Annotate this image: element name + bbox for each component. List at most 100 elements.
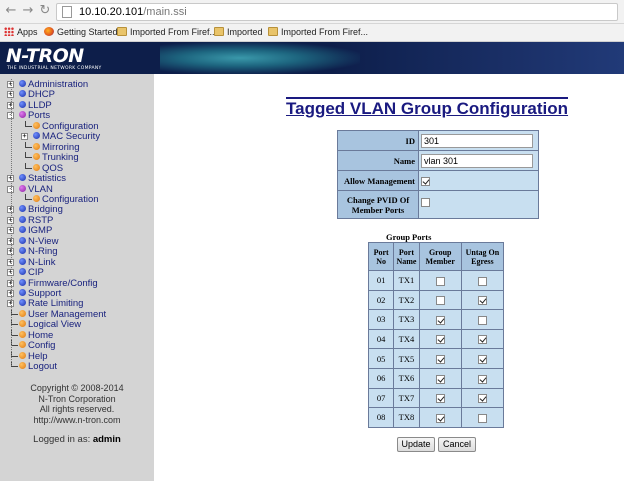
sidebar-item-administration[interactable]: Administration: [19, 79, 88, 90]
sidebar-item-n-view[interactable]: N-View: [19, 236, 58, 247]
sidebar-item-dhcp[interactable]: DHCP: [19, 89, 55, 100]
blue-dot-icon: [19, 215, 26, 223]
forward-arrow-icon[interactable]: →: [21, 4, 35, 18]
untag-egress-checkbox[interactable]: [477, 354, 487, 364]
back-arrow-icon[interactable]: ←: [4, 4, 18, 18]
sidebar-item-label: Rate Limiting: [28, 298, 84, 310]
url-host: 10.10.20.101: [79, 6, 144, 18]
sidebar-item-label: CIP: [28, 267, 44, 279]
group-member-checkbox[interactable]: [435, 394, 445, 404]
orange-dot-icon: [19, 341, 26, 349]
sidebar-item-logout[interactable]: Logout: [19, 361, 57, 372]
change-pvid-checkbox[interactable]: [421, 197, 430, 207]
sidebar-item-label: Home: [28, 329, 54, 341]
sidebar-item-configuration[interactable]: Configuration: [33, 194, 99, 205]
sidebar-item-label: IGMP: [28, 225, 53, 237]
orange-dot-icon: [33, 194, 40, 202]
sidebar-item-mac-security[interactable]: MAC Security: [33, 131, 100, 142]
sidebar-item-label: Configuration: [42, 193, 99, 205]
sidebar-item-n-ring[interactable]: N-Ring: [19, 246, 58, 257]
allow-management-checkbox[interactable]: [421, 176, 430, 186]
id-field[interactable]: [421, 133, 533, 148]
browser-toolbar: ← → ↻ 10.10.20.101/main.ssi: [0, 0, 624, 24]
orange-dot-icon: [19, 362, 26, 370]
bookmark-getting-started[interactable]: Getting Started: [44, 27, 118, 37]
cancel-button[interactable]: Cancel: [438, 437, 476, 452]
tree-line: [11, 79, 12, 367]
untag-egress-checkbox[interactable]: [477, 374, 487, 384]
sidebar-item-label: Support: [28, 288, 62, 299]
sidebar-item-label: MAC Security: [42, 131, 101, 143]
purple-dot-icon: [19, 111, 26, 119]
sidebar-item-n-link[interactable]: N-Link: [19, 257, 55, 268]
sidebar-item-qos[interactable]: QOS: [33, 163, 63, 174]
bookmark-imported-firefox-2[interactable]: Imported From Firef...: [268, 27, 368, 37]
logo-tagline: THE INDUSTRIAL NETWORK COMPANY: [7, 66, 102, 71]
sidebar-item-bridging[interactable]: Bridging: [19, 204, 63, 215]
blue-dot-icon: [19, 236, 26, 244]
sidebar-item-trunking[interactable]: Trunking: [33, 152, 79, 163]
sidebar-item-home[interactable]: Home: [19, 330, 53, 341]
untag-egress-checkbox[interactable]: [477, 413, 487, 423]
sidebar-item-ports[interactable]: Ports: [19, 110, 50, 121]
sidebar-item-vlan[interactable]: VLAN: [19, 184, 53, 195]
sidebar-item-config[interactable]: Config: [19, 340, 55, 351]
address-bar[interactable]: 10.10.20.101/main.ssi: [56, 3, 618, 21]
sidebar-item-igmp[interactable]: IGMP: [19, 225, 52, 236]
port-name-cell: TX3: [393, 309, 420, 330]
folder-icon: [214, 27, 224, 36]
sidebar-item-configuration[interactable]: Configuration: [33, 121, 99, 132]
group-member-checkbox[interactable]: [435, 276, 445, 286]
sidebar-item-label: Administration: [28, 79, 89, 90]
bookmark-apps[interactable]: Apps: [4, 27, 38, 37]
name-field[interactable]: [421, 153, 533, 168]
bookmark-imported-firefox-1[interactable]: Imported From Firef...: [117, 27, 217, 37]
sidebar-item-rstp[interactable]: RSTP: [19, 215, 53, 226]
col-untag-egress: Untag On Egress: [460, 242, 505, 271]
group-member-checkbox[interactable]: [435, 413, 445, 423]
group-member-checkbox[interactable]: [435, 296, 445, 306]
blue-dot-icon: [19, 205, 26, 213]
group-member-checkbox[interactable]: [435, 335, 445, 345]
sidebar-item-firmware-config[interactable]: Firmware/Config: [19, 278, 98, 289]
sidebar-item-cip[interactable]: CIP: [19, 267, 44, 278]
logged-in-status: Logged in as: admin: [0, 434, 154, 445]
expand-icon[interactable]: +: [21, 133, 28, 141]
copyright-line: N-Tron Corporation: [38, 393, 116, 404]
group-ports-title: Group Ports: [386, 232, 432, 242]
blue-dot-icon: [19, 289, 26, 296]
sidebar-item-label: Bridging: [28, 204, 63, 216]
sidebar-item-statistics[interactable]: Statistics: [19, 173, 66, 184]
sidebar-item-label: Logout: [28, 361, 58, 373]
table-row: 06 TX6: [367, 367, 505, 389]
sidebar-item-lldp[interactable]: LLDP: [19, 100, 52, 111]
port-no-cell: 06: [367, 367, 395, 389]
sidebar-item-mirroring[interactable]: Mirroring: [33, 142, 79, 153]
col-port-name: Port Name: [393, 242, 420, 271]
orange-dot-icon: [19, 330, 26, 338]
table-row: 05 TX5: [367, 348, 505, 369]
sidebar-item-logical-view[interactable]: Logical View: [19, 319, 81, 330]
untag-egress-checkbox[interactable]: [477, 335, 487, 345]
group-member-checkbox[interactable]: [435, 315, 445, 325]
reload-icon[interactable]: ↻: [38, 4, 52, 18]
bookmark-imported[interactable]: Imported: [214, 27, 263, 37]
table-row: 04 TX4: [367, 328, 505, 350]
orange-dot-icon: [33, 153, 40, 161]
copyright-block: Copyright © 2008-2014 N-Tron Corporation A…: [0, 383, 154, 425]
id-label: ID: [337, 130, 419, 151]
ntron-logo: N-TRON: [6, 45, 84, 67]
untag-egress-checkbox[interactable]: [477, 315, 487, 325]
group-member-checkbox[interactable]: [435, 354, 445, 364]
blue-dot-icon: [19, 100, 26, 108]
update-button[interactable]: Update: [397, 437, 435, 452]
sidebar-item-support[interactable]: Support: [19, 288, 61, 299]
sidebar-item-help[interactable]: Help: [19, 351, 48, 362]
untag-egress-checkbox[interactable]: [477, 394, 487, 404]
untag-egress-checkbox[interactable]: [477, 276, 487, 286]
group-member-checkbox[interactable]: [435, 374, 445, 384]
sidebar-item-label: QOS: [42, 162, 64, 174]
sidebar-item-user-management[interactable]: User Management: [19, 309, 106, 320]
untag-egress-checkbox[interactable]: [477, 296, 487, 306]
sidebar-item-rate-limiting[interactable]: Rate Limiting: [19, 298, 83, 309]
